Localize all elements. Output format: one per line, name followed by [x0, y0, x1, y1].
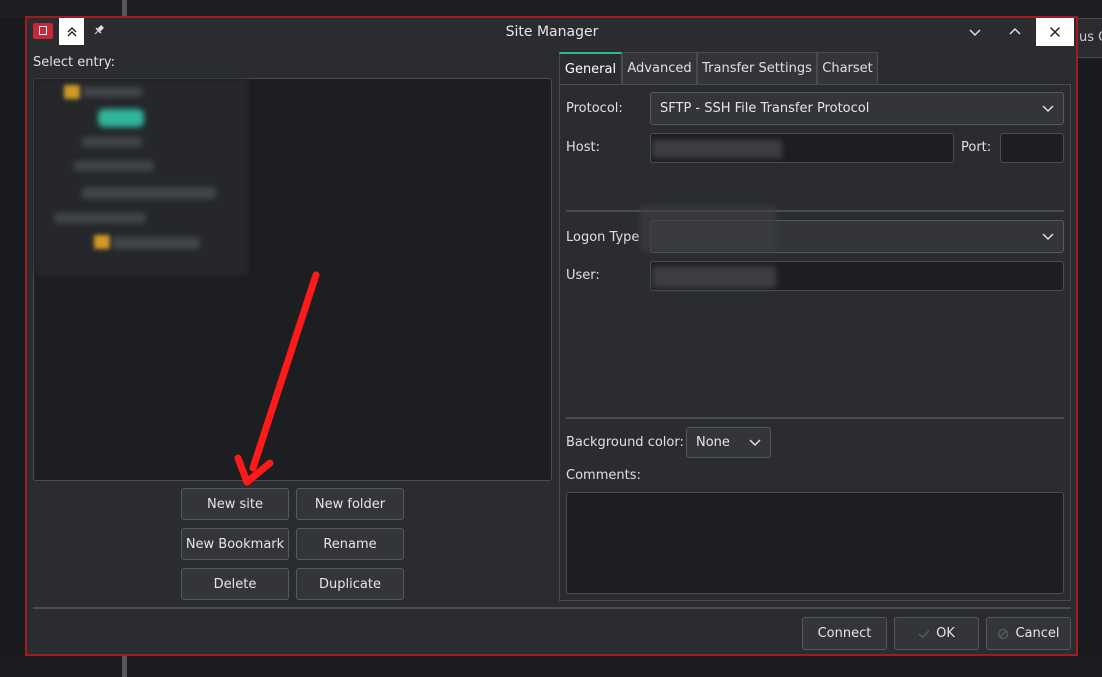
- ok-label: OK: [936, 626, 955, 641]
- select-entry-label: Select entry:: [33, 55, 116, 70]
- cancel-icon: [998, 628, 1009, 639]
- connect-button[interactable]: Connect: [802, 617, 887, 650]
- pin-button[interactable]: [92, 22, 106, 38]
- background-color-label: Background color:: [566, 435, 684, 450]
- duplicate-button[interactable]: Duplicate: [296, 568, 404, 600]
- redacted-logon-type: [640, 206, 776, 252]
- ok-button[interactable]: OK: [894, 617, 979, 650]
- rename-button[interactable]: Rename: [296, 528, 404, 560]
- maximize-button[interactable]: [995, 18, 1035, 46]
- tree-item[interactable]: [82, 87, 142, 97]
- tree-item[interactable]: [82, 137, 142, 147]
- pin-icon: [94, 25, 104, 35]
- cancel-label: Cancel: [1015, 626, 1060, 641]
- tab-charset[interactable]: Charset: [817, 52, 878, 84]
- separator: [566, 417, 1064, 419]
- checkmark-icon: [918, 629, 930, 639]
- tree-item[interactable]: [74, 161, 154, 171]
- logon-type-label: Logon Type: [566, 230, 640, 245]
- chevron-down-icon: [749, 438, 761, 446]
- window-title: Site Manager: [505, 24, 599, 40]
- tab-general[interactable]: General: [559, 52, 622, 84]
- filezilla-icon[interactable]: [33, 23, 53, 39]
- new-site-button[interactable]: New site: [181, 488, 289, 520]
- protocol-select[interactable]: SFTP - SSH File Transfer Protocol: [650, 92, 1064, 125]
- port-field[interactable]: [1000, 133, 1064, 163]
- tab-transfer-settings[interactable]: Transfer Settings: [697, 52, 817, 84]
- keep-above-button[interactable]: [59, 18, 84, 45]
- port-label: Port:: [961, 140, 992, 155]
- comments-textarea[interactable]: [566, 492, 1064, 594]
- host-label: Host:: [566, 140, 600, 155]
- tree-item[interactable]: [112, 237, 200, 249]
- protocol-label: Protocol:: [566, 101, 623, 116]
- site-tree[interactable]: [33, 78, 552, 481]
- comments-label: Comments:: [566, 468, 641, 483]
- tree-item[interactable]: [54, 213, 146, 223]
- tab-advanced[interactable]: Advanced: [622, 52, 697, 84]
- close-button[interactable]: [1036, 18, 1074, 46]
- footer-separator: [33, 607, 1071, 609]
- new-bookmark-button[interactable]: New Bookmark: [181, 528, 289, 560]
- redacted-host: [652, 140, 782, 158]
- chevron-up-icon: [1009, 27, 1021, 35]
- background-color-select[interactable]: None: [686, 427, 771, 458]
- delete-button[interactable]: Delete: [181, 568, 289, 600]
- user-label: User:: [566, 268, 600, 283]
- chevron-down-icon: [969, 29, 981, 37]
- tree-item[interactable]: [82, 187, 216, 199]
- chevron-down-icon: [1042, 104, 1054, 112]
- background-window-text: us O: [1079, 30, 1102, 45]
- background-color-value: None: [696, 435, 730, 450]
- chevron-down-icon: [1042, 232, 1054, 240]
- site-icon-selected: [98, 109, 144, 127]
- minimize-button[interactable]: [955, 18, 995, 46]
- protocol-value: SFTP - SSH File Transfer Protocol: [660, 101, 870, 116]
- new-folder-button[interactable]: New folder: [296, 488, 404, 520]
- keep-above-icon: [67, 26, 76, 36]
- desktop-divider-bottom: [122, 656, 127, 677]
- folder-icon: [64, 85, 80, 99]
- redacted-user: [652, 266, 776, 288]
- folder-icon: [94, 235, 110, 249]
- cancel-button[interactable]: Cancel: [986, 617, 1071, 650]
- close-icon: [1049, 26, 1061, 38]
- desktop-bottom-bar: [0, 656, 1102, 677]
